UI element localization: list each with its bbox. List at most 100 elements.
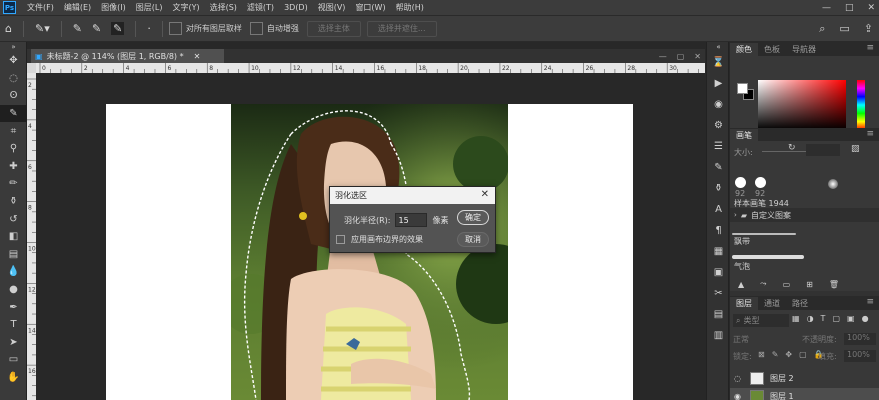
reset-brush-icon[interactable]: ↻	[788, 143, 796, 153]
notes-icon[interactable]: ▤	[707, 304, 730, 325]
tab-layers[interactable]: 图层	[730, 297, 758, 310]
history-icon[interactable]: ⌛	[707, 52, 730, 73]
maximize-button[interactable]: □	[845, 3, 854, 13]
minimize-button[interactable]: —	[822, 3, 831, 13]
layer-row[interactable]: ◌ 图层 2	[730, 370, 879, 387]
color-picker-field[interactable]	[758, 80, 846, 130]
workspace-icon[interactable]: ▭	[839, 22, 849, 36]
brush-tool-icon[interactable]: ✏	[0, 175, 27, 193]
brush-preset-1[interactable]	[735, 177, 746, 188]
tab-color[interactable]: 颜色	[730, 43, 758, 56]
lasso-tool-icon[interactable]: ʘ	[0, 87, 27, 105]
select-subject-button[interactable]: 选择主体	[306, 20, 361, 37]
ribbon-stroke-preview[interactable]	[732, 233, 796, 235]
shape-filter-icon[interactable]: ▢	[832, 314, 840, 323]
menu-filter[interactable]: 滤镜(T)	[242, 2, 279, 13]
menu-select[interactable]: 选择(S)	[205, 2, 242, 13]
dialog-close-icon[interactable]: ✕	[481, 189, 489, 200]
clone-source-icon[interactable]: ⚱	[707, 178, 730, 199]
blur-tool-icon[interactable]: 💧	[0, 263, 27, 281]
tab-navigator[interactable]: 导航器	[786, 43, 822, 56]
brush-size-field[interactable]	[806, 144, 840, 156]
eyedropper-tool-icon[interactable]: ⚲	[0, 140, 27, 158]
brush-settings-icon[interactable]: ✎	[707, 157, 730, 178]
close-tab-icon[interactable]: ✕	[194, 52, 201, 61]
actions-play-icon[interactable]: ▶	[707, 73, 730, 94]
doc-minimize-icon[interactable]: —	[659, 52, 667, 61]
brush-panel-menu-icon[interactable]: ≡	[866, 129, 874, 139]
share-icon[interactable]: ⇪	[864, 22, 873, 36]
collapse-panels-icon[interactable]: «	[707, 42, 730, 52]
path-selection-tool-icon[interactable]: ➤	[0, 334, 27, 352]
tab-paths[interactable]: 路径	[786, 297, 814, 310]
properties-icon[interactable]: ☰	[707, 136, 730, 157]
dialog-title-bar[interactable]: 羽化选区 ✕	[330, 187, 495, 204]
layers-panel-menu-icon[interactable]: ≡	[866, 297, 874, 307]
toggle-brush-view-icon[interactable]: ⤳	[760, 279, 766, 289]
document-tab[interactable]: ▣ 未标题-2 @ 114% (图层 1, RGB/8) * ✕	[31, 49, 225, 63]
type-tool-icon[interactable]: T	[0, 316, 27, 334]
home-icon[interactable]: ⌂	[5, 22, 12, 35]
pen-tool-icon[interactable]: ✒	[0, 298, 27, 316]
menu-image[interactable]: 图像(I)	[96, 2, 131, 13]
create-group-icon[interactable]: ▭	[783, 280, 791, 289]
character-icon[interactable]: A	[707, 199, 730, 220]
close-button[interactable]: ✕	[867, 3, 875, 13]
smart-object-filter-icon[interactable]: ▣	[847, 314, 855, 323]
opacity-field[interactable]: 100%	[844, 333, 876, 345]
select-and-mask-button[interactable]: 选择并遮住...	[366, 20, 437, 37]
history-brush-tool-icon[interactable]: ↺	[0, 210, 27, 228]
new-brush-preset-icon[interactable]: ⊞	[806, 280, 813, 289]
healing-brush-tool-icon[interactable]: ✚	[0, 158, 27, 176]
new-brush-icon[interactable]: ▨	[851, 144, 860, 154]
menu-file[interactable]: 文件(F)	[22, 2, 59, 13]
crop-tool-icon[interactable]: ⌗	[0, 122, 27, 140]
visibility-icon[interactable]: ◌	[734, 374, 741, 383]
menu-type[interactable]: 文字(Y)	[167, 2, 204, 13]
glyphs-icon[interactable]: ▦	[707, 241, 730, 262]
lock-position-icon[interactable]: ✥	[785, 350, 792, 359]
tool-presets-icon[interactable]: ✂	[707, 283, 730, 304]
hand-tool-icon[interactable]: ✋	[0, 369, 27, 387]
type-filter-icon[interactable]: T	[821, 314, 826, 323]
marquee-tool-icon[interactable]: ◌	[0, 70, 27, 88]
menu-layer[interactable]: 图层(L)	[131, 2, 168, 13]
panel-menu-icon[interactable]: ≡	[866, 43, 874, 53]
move-tool-icon[interactable]: ✥	[0, 52, 27, 70]
brush-preset-soft[interactable]	[828, 179, 838, 189]
learn-icon[interactable]: ◉	[707, 94, 730, 115]
new-selection-icon[interactable]: ✎	[73, 22, 82, 35]
dodge-tool-icon[interactable]: ●	[0, 281, 27, 299]
menu-3d[interactable]: 3D(D)	[279, 3, 313, 12]
layer-row-selected[interactable]: ◉ 图层 1	[730, 388, 879, 400]
collapse-icon[interactable]: »	[0, 42, 27, 52]
adjustment-filter-icon[interactable]: ◑	[807, 314, 814, 323]
paragraph-icon[interactable]: ¶	[707, 220, 730, 241]
swatches-icon[interactable]: ▣	[707, 262, 730, 283]
add-to-selection-icon[interactable]: ✎	[92, 22, 101, 35]
doc-maximize-icon[interactable]: ▢	[677, 52, 685, 61]
visibility-icon[interactable]: ◉	[734, 392, 741, 400]
quick-selection-preset-icon[interactable]: ✎▾	[35, 22, 50, 35]
tab-swatches[interactable]: 色板	[758, 43, 786, 56]
brush-size-slider[interactable]	[762, 151, 808, 152]
menu-edit[interactable]: 编辑(E)	[59, 2, 96, 13]
tab-channels[interactable]: 通道	[758, 297, 786, 310]
search-icon[interactable]: ⌕	[819, 22, 825, 36]
lock-artboard-icon[interactable]: ▢	[799, 350, 807, 359]
sample-all-layers-checkbox[interactable]	[168, 22, 182, 35]
clone-stamp-tool-icon[interactable]: ⚱	[0, 193, 27, 211]
feather-radius-input[interactable]	[394, 213, 427, 227]
eraser-tool-icon[interactable]: ◧	[0, 228, 27, 246]
quick-selection-tool-icon[interactable]: ✎	[0, 104, 27, 123]
brush-size-mini-slider[interactable]: ▲	[738, 280, 744, 289]
auto-enhance-checkbox[interactable]	[249, 22, 263, 35]
cancel-button[interactable]: 取消	[457, 232, 489, 247]
pixel-filter-icon[interactable]: ▦	[792, 314, 800, 323]
fill-field[interactable]: 100%	[844, 350, 876, 362]
brush-preset-2[interactable]	[755, 177, 766, 188]
gradient-tool-icon[interactable]: ▤	[0, 246, 27, 264]
ok-button[interactable]: 确定	[457, 210, 489, 225]
lock-image-icon[interactable]: ✎	[772, 350, 779, 359]
doc-close-icon[interactable]: ✕	[694, 52, 701, 61]
